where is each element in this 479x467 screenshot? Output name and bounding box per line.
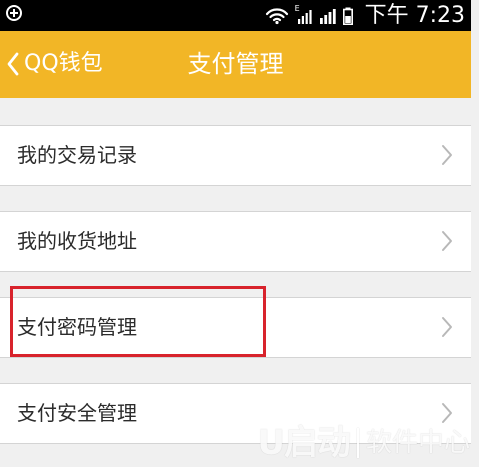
list-item-payment-password[interactable]: 支付密码管理 — [0, 297, 471, 358]
back-button-label: QQ钱包 — [24, 51, 103, 76]
chevron-right-icon — [441, 316, 453, 338]
status-bar-right: E 下午 7:23 — [265, 2, 465, 29]
signal-icon — [319, 7, 337, 25]
wifi-icon — [265, 7, 289, 25]
list-item-payment-security[interactable]: 支付安全管理 — [0, 383, 471, 444]
chevron-right-icon — [441, 144, 453, 166]
list-item-label: 支付密码管理 — [17, 315, 137, 339]
plus-circle-icon — [6, 5, 22, 21]
list-item-label: 我的收货地址 — [17, 229, 137, 253]
app-screen: E 下午 7:23 QQ钱包 支付管理 我的交易记录 我的收货地址 支付密码管理… — [0, 0, 479, 467]
chevron-right-icon — [441, 230, 453, 252]
back-button[interactable]: QQ钱包 — [6, 47, 103, 81]
list-item-transaction-records[interactable]: 我的交易记录 — [0, 125, 471, 186]
status-bar: E 下午 7:23 — [0, 0, 471, 31]
list-item-label: 支付安全管理 — [17, 401, 137, 425]
list-item-shipping-address[interactable]: 我的收货地址 — [0, 211, 471, 272]
header: QQ钱包 支付管理 — [0, 31, 471, 98]
battery-icon — [342, 7, 353, 25]
status-time: 下午 7:23 — [364, 3, 465, 28]
network-icon: E — [295, 4, 313, 25]
chevron-right-icon — [441, 402, 453, 424]
list-item-label: 我的交易记录 — [17, 143, 137, 167]
chevron-left-icon — [6, 52, 20, 76]
